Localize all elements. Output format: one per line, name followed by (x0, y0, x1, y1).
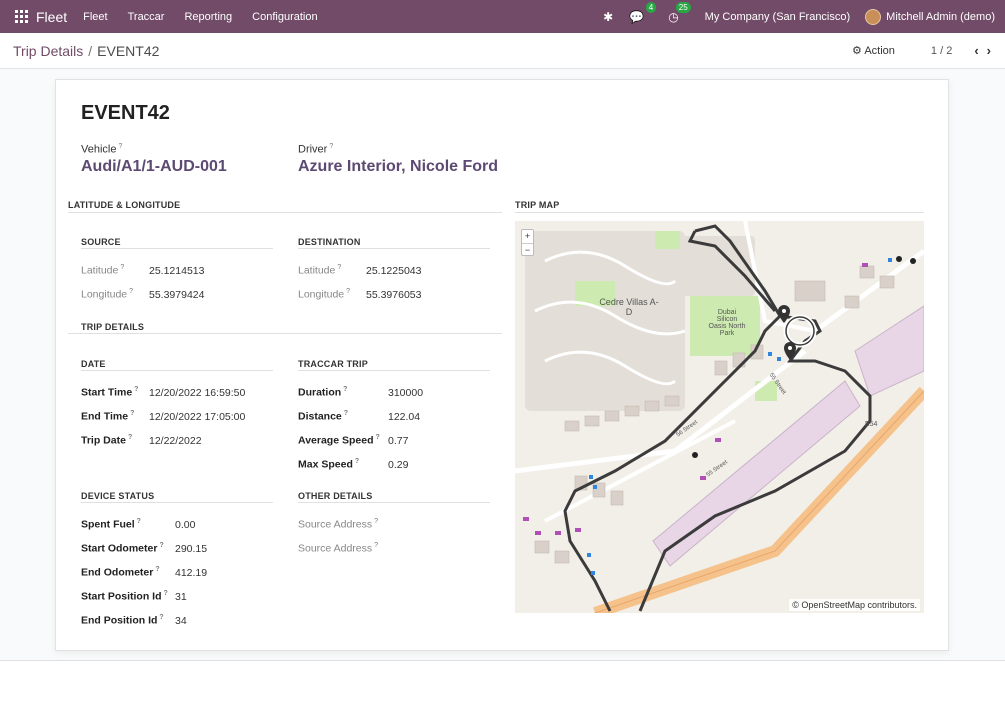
section-source: SOURCE (81, 237, 121, 247)
start-position-label: Start Position Id? (81, 590, 168, 603)
avg-speed-label: Average Speed? (298, 434, 380, 447)
end-odometer-label: End Odometer? (81, 566, 160, 579)
vehicle-value[interactable]: Audi/A1/1-AUD-001 (81, 158, 227, 176)
duration-label: Duration? (298, 386, 348, 399)
map-label-cedre-villas: Cedre Villas A-D (599, 297, 659, 317)
vehicle-label: Vehicle? (81, 143, 123, 156)
trip-date-value[interactable]: 12/22/2022 (149, 435, 202, 447)
apps-menu-icon[interactable] (12, 8, 30, 26)
app-name[interactable]: Fleet (36, 9, 67, 25)
spent-fuel-value[interactable]: 0.00 (175, 519, 195, 531)
end-odometer-value[interactable]: 412.19 (175, 567, 207, 579)
action-label: Action (864, 45, 895, 57)
section-date: DATE (81, 359, 106, 369)
bug-icon[interactable]: ✱ (603, 10, 613, 24)
max-speed-label: Max Speed? (298, 458, 360, 471)
trip-map[interactable]: + − Cedre Villas A-D Dubai Silicon Oasis… (515, 221, 924, 613)
trip-date-label: Trip Date? (81, 434, 133, 447)
form-sheet: EVENT42 Vehicle? Audi/A1/1-AUD-001 Drive… (55, 79, 949, 651)
activities-badge: 25 (675, 1, 691, 13)
zoom-in-button[interactable]: + (522, 230, 533, 243)
activities-icon[interactable]: ◷ 25 (668, 1, 691, 24)
start-odometer-label: Start Odometer? (81, 542, 164, 555)
divider (81, 248, 273, 249)
menu-configuration[interactable]: Configuration (252, 11, 317, 23)
top-navbar: Fleet Fleet Traccar Reporting Configurat… (0, 0, 1005, 33)
driver-value[interactable]: Azure Interior, Nicole Ford (298, 158, 498, 176)
section-trip-map: TRIP MAP (515, 200, 560, 210)
source-address-label-1: Source Address? (298, 518, 379, 531)
source-address-label-2: Source Address? (298, 542, 379, 555)
start-time-label: Start Time? (81, 386, 139, 399)
start-position-value[interactable]: 31 (175, 591, 187, 603)
company-switcher[interactable]: My Company (San Francisco) (705, 11, 851, 23)
help-icon: ? (329, 143, 334, 150)
divider (298, 502, 490, 503)
start-odometer-value[interactable]: 290.15 (175, 543, 207, 555)
divider (298, 248, 490, 249)
map-label-e54: E54 (865, 421, 878, 428)
map-tiles (515, 221, 924, 613)
pager-next-icon[interactable]: › (987, 43, 991, 58)
source-lat-value[interactable]: 25.1214513 (149, 265, 204, 277)
divider (81, 370, 273, 371)
record-title: EVENT42 (81, 102, 170, 124)
distance-value[interactable]: 122.04 (388, 411, 420, 423)
end-time-label: End Time? (81, 410, 135, 423)
footer-area (0, 660, 1005, 719)
help-icon: ? (118, 143, 123, 150)
menu-reporting[interactable]: Reporting (184, 11, 232, 23)
menu-fleet[interactable]: Fleet (83, 11, 107, 23)
max-speed-value[interactable]: 0.29 (388, 459, 408, 471)
dest-lat-label: Latitude? (298, 264, 342, 277)
source-lat-label: Latitude? (81, 264, 125, 277)
dest-lon-value[interactable]: 55.3976053 (366, 289, 421, 301)
distance-label: Distance? (298, 410, 349, 423)
control-panel: Trip Details / EVENT42 ⚙ Action 1 / 2 ‹ › (0, 33, 1005, 69)
divider (81, 502, 273, 503)
dest-lat-value[interactable]: 25.1225043 (366, 265, 421, 277)
map-zoom-control: + − (521, 229, 534, 256)
breadcrumb: Trip Details / EVENT42 (13, 43, 159, 59)
source-lon-label: Longitude? (81, 288, 134, 301)
zoom-out-button[interactable]: − (522, 243, 533, 256)
map-label-dso-park: Dubai Silicon Oasis North Park (708, 309, 746, 337)
end-position-label: End Position Id? (81, 614, 164, 627)
end-time-value[interactable]: 12/20/2022 17:05:00 (149, 411, 245, 423)
breadcrumb-separator: / (88, 42, 93, 59)
avg-speed-value[interactable]: 0.77 (388, 435, 408, 447)
messages-badge: 4 (645, 1, 657, 13)
section-other-details: OTHER DETAILS (298, 491, 373, 501)
dest-lon-label: Longitude? (298, 288, 351, 301)
spent-fuel-label: Spent Fuel? (81, 518, 141, 531)
divider (68, 333, 502, 334)
divider (515, 212, 924, 213)
end-position-value[interactable]: 34 (175, 615, 187, 627)
section-destination: DESTINATION (298, 237, 361, 247)
pager-previous-icon[interactable]: ‹ (974, 43, 978, 58)
pager-value[interactable]: 1 / 2 (931, 45, 952, 57)
breadcrumb-current: EVENT42 (97, 42, 160, 59)
section-lat-long: LATITUDE & LONGITUDE (68, 200, 181, 210)
duration-value[interactable]: 310000 (388, 387, 423, 399)
map-attribution[interactable]: © OpenStreetMap contributors. (789, 599, 920, 611)
divider (298, 370, 490, 371)
breadcrumb-parent[interactable]: Trip Details (13, 43, 83, 59)
start-time-value[interactable]: 12/20/2022 16:59:50 (149, 387, 245, 399)
user-menu[interactable]: Mitchell Admin (demo) (886, 11, 995, 23)
gear-icon: ⚙ (852, 45, 862, 57)
user-avatar[interactable] (865, 8, 882, 25)
divider (68, 212, 502, 213)
messages-icon[interactable]: 💬 4 (629, 1, 657, 24)
menu-traccar[interactable]: Traccar (128, 11, 165, 23)
driver-label: Driver? (298, 143, 334, 156)
section-device-status: DEVICE STATUS (81, 491, 155, 501)
section-traccar-trip: TRACCAR TRIP (298, 359, 368, 369)
action-button[interactable]: ⚙ Action (852, 44, 895, 57)
section-trip-details: TRIP DETAILS (81, 322, 145, 332)
source-lon-value[interactable]: 55.3979424 (149, 289, 204, 301)
